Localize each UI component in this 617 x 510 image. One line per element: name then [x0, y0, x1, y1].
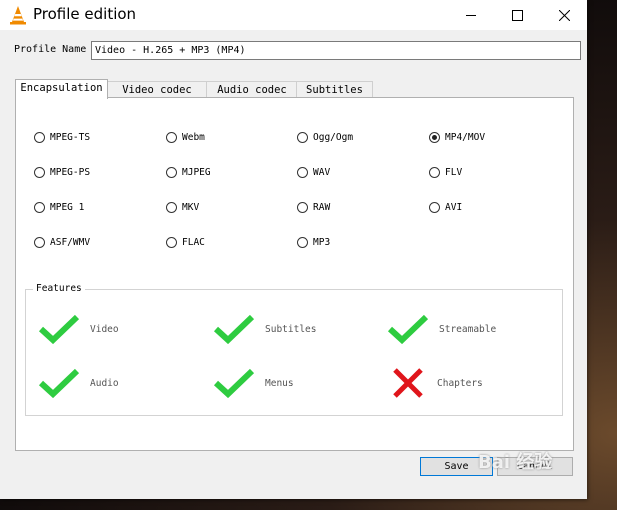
- radio-label: MPEG-PS: [50, 167, 91, 178]
- radio-label: MKV: [182, 202, 200, 213]
- maximize-icon: [511, 9, 523, 21]
- radio-label: Webm: [182, 132, 205, 143]
- window-title: Profile edition: [33, 5, 137, 23]
- radio-label: MJPEG: [182, 167, 211, 178]
- radio-circle: [429, 167, 440, 178]
- check-icon: [38, 314, 80, 344]
- tab-audio-codec[interactable]: Audio codec: [206, 81, 298, 98]
- radio-flac[interactable]: FLAC: [166, 237, 205, 248]
- radio-label: WAV: [313, 167, 331, 178]
- radio-circle-selected: [429, 132, 440, 143]
- radio-label: MP4/MOV: [445, 132, 486, 143]
- radio-label: MP3: [313, 237, 331, 248]
- profile-name-label: Profile Name: [14, 44, 87, 55]
- check-icon: [213, 368, 255, 398]
- radio-label: FLAC: [182, 237, 205, 248]
- feature-streamable: Streamable: [387, 314, 496, 344]
- radio-mjpeg[interactable]: MJPEG: [166, 167, 211, 178]
- feature-video: Video: [38, 314, 119, 344]
- close-icon: [558, 9, 570, 21]
- radio-circle: [166, 237, 177, 248]
- feature-label: Audio: [90, 377, 119, 389]
- radio-circle: [297, 167, 308, 178]
- radio-webm[interactable]: Webm: [166, 132, 205, 143]
- radio-circle: [166, 202, 177, 213]
- feature-label: Subtitles: [265, 323, 317, 335]
- tab-subtitles[interactable]: Subtitles: [296, 81, 373, 98]
- radio-mkv[interactable]: MKV: [166, 202, 199, 213]
- title-bar: Profile edition: [0, 0, 587, 30]
- radio-circle: [166, 132, 177, 143]
- feature-menus: Menus: [213, 368, 294, 398]
- radio-mp4-mov[interactable]: MP4/MOV: [429, 132, 485, 143]
- tab-video-codec[interactable]: Video codec: [106, 81, 208, 98]
- radio-circle: [34, 202, 45, 213]
- radio-label: ASF/WMV: [50, 237, 91, 248]
- vlc-cone-icon: [10, 6, 26, 25]
- feature-audio: Audio: [38, 368, 119, 398]
- radio-circle: [34, 132, 45, 143]
- radio-label: MPEG 1: [50, 202, 85, 213]
- radio-mp3[interactable]: MP3: [297, 237, 330, 248]
- radio-dot: [432, 135, 437, 140]
- cancel-button[interactable]: Cancel: [497, 457, 573, 476]
- close-button[interactable]: [541, 0, 587, 30]
- radio-label: MPEG-TS: [50, 132, 91, 143]
- radio-circle: [297, 237, 308, 248]
- radio-mpeg-1[interactable]: MPEG 1: [34, 202, 84, 213]
- profile-name-input[interactable]: Video - H.265 + MP3 (MP4): [91, 41, 581, 60]
- radio-circle: [166, 167, 177, 178]
- radio-asf-wmv[interactable]: ASF/WMV: [34, 237, 90, 248]
- radio-circle: [297, 132, 308, 143]
- radio-mpeg-ps[interactable]: MPEG-PS: [34, 167, 90, 178]
- feature-label: Chapters: [437, 377, 483, 389]
- profile-edition-dialog: Profile edition Profile Name Video - H.2…: [0, 0, 587, 499]
- feature-subtitles: Subtitles: [213, 314, 316, 344]
- radio-mpeg-ts[interactable]: MPEG-TS: [34, 132, 90, 143]
- save-button[interactable]: Save: [420, 457, 493, 476]
- check-icon: [213, 314, 255, 344]
- check-icon: [38, 368, 80, 398]
- radio-wav[interactable]: WAV: [297, 167, 330, 178]
- radio-label: FLV: [445, 167, 463, 178]
- radio-label: Ogg/Ogm: [313, 132, 354, 143]
- tab-encapsulation[interactable]: Encapsulation: [15, 79, 108, 99]
- feature-label: Streamable: [439, 323, 497, 335]
- radio-label: RAW: [313, 202, 331, 213]
- radio-flv[interactable]: FLV: [429, 167, 462, 178]
- radio-circle: [34, 167, 45, 178]
- radio-raw[interactable]: RAW: [297, 202, 330, 213]
- feature-label: Menus: [265, 377, 294, 389]
- minimize-button[interactable]: [448, 0, 494, 30]
- radio-circle: [34, 237, 45, 248]
- feature-chapters: Chapters: [392, 368, 483, 398]
- features-title: Features: [33, 283, 85, 294]
- radio-ogg-ogm[interactable]: Ogg/Ogm: [297, 132, 353, 143]
- minimize-icon: [466, 14, 476, 16]
- feature-label: Video: [90, 323, 119, 335]
- radio-circle: [429, 202, 440, 213]
- radio-label: AVI: [445, 202, 463, 213]
- check-icon: [387, 314, 429, 344]
- radio-avi[interactable]: AVI: [429, 202, 462, 213]
- cross-icon: [393, 368, 423, 398]
- maximize-button[interactable]: [494, 0, 540, 30]
- radio-circle: [297, 202, 308, 213]
